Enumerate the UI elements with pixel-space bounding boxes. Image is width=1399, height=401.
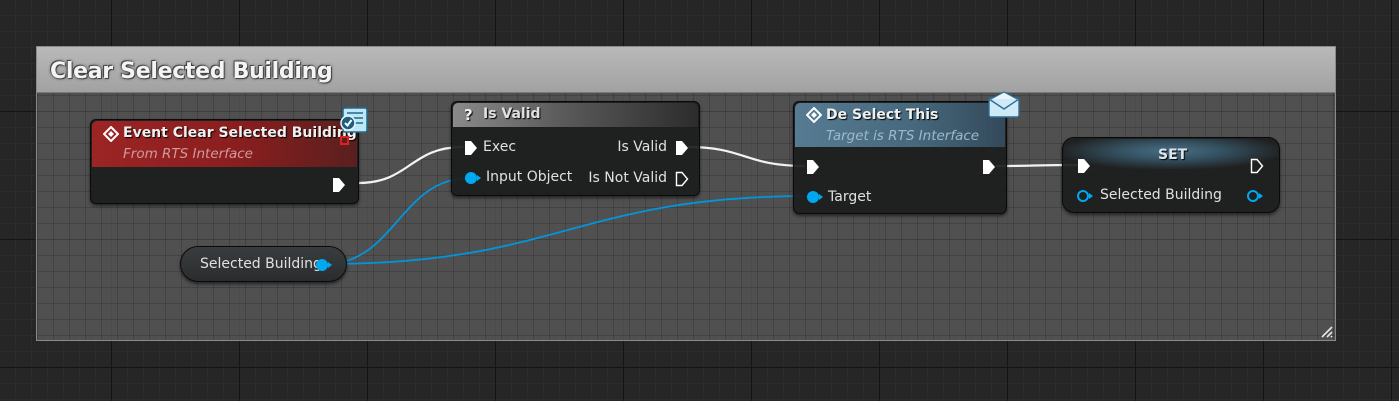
object-wire-getter-to-target[interactable]	[324, 195, 813, 265]
is-valid-node-title: Is Valid	[483, 106, 541, 122]
is-valid-output-label: Is Valid	[617, 139, 667, 155]
selected-building-getter-node[interactable]: Selected Building	[180, 246, 347, 282]
set-value-out-pin[interactable]	[1246, 189, 1264, 203]
getter-label: Selected Building	[200, 256, 322, 272]
delegate-pin-icon[interactable]	[340, 136, 349, 145]
exec-wire-isvalid-to-deselect[interactable]	[687, 145, 806, 168]
deselect-exec-out-pin[interactable]	[982, 159, 996, 175]
exec-out-pin[interactable]	[332, 177, 346, 193]
is-not-valid-exec-out-pin[interactable]	[675, 171, 689, 187]
deselect-node-subtitle: Target is RTS Interface	[826, 128, 980, 144]
deselect-node-title: De Select This	[826, 107, 939, 123]
set-exec-in-pin[interactable]	[1077, 158, 1091, 174]
is-not-valid-output-label: Is Not Valid	[588, 170, 667, 186]
is-valid-exec-out-pin[interactable]	[675, 140, 689, 156]
set-selected-building-label: Selected Building	[1100, 187, 1222, 203]
set-node-title: SET	[1158, 147, 1188, 163]
exec-wire-event-to-isvalid[interactable]	[357, 145, 464, 185]
exec-in-pin[interactable]	[464, 140, 478, 156]
is-valid-node[interactable]: ? Is Valid Exec Is Valid Input Object Is…	[451, 101, 700, 196]
interface-icon	[340, 107, 368, 133]
function-diamond-icon	[806, 107, 822, 123]
deselect-node[interactable]: De Select This Target is RTS Interface T…	[793, 101, 1007, 214]
exec-in-label: Exec	[483, 139, 517, 155]
input-object-label: Input Object	[486, 169, 573, 185]
getter-output-pin[interactable]	[315, 258, 333, 272]
set-exec-out-pin[interactable]	[1250, 158, 1264, 174]
input-object-pin[interactable]	[464, 171, 482, 185]
event-diamond-icon	[103, 126, 119, 142]
message-envelope-icon	[988, 91, 1020, 118]
set-value-in-pin[interactable]	[1076, 189, 1094, 203]
event-node[interactable]: Event Clear Selected Building From RTS I…	[90, 119, 359, 204]
set-node[interactable]: SET Selected Building	[1062, 137, 1280, 213]
target-pin[interactable]	[806, 190, 824, 204]
deselect-exec-in-pin[interactable]	[806, 159, 820, 175]
event-node-subtitle: From RTS Interface	[123, 146, 253, 162]
event-node-title: Event Clear Selected Building	[123, 125, 357, 141]
target-label: Target	[828, 189, 872, 205]
question-icon: ?	[464, 106, 473, 124]
